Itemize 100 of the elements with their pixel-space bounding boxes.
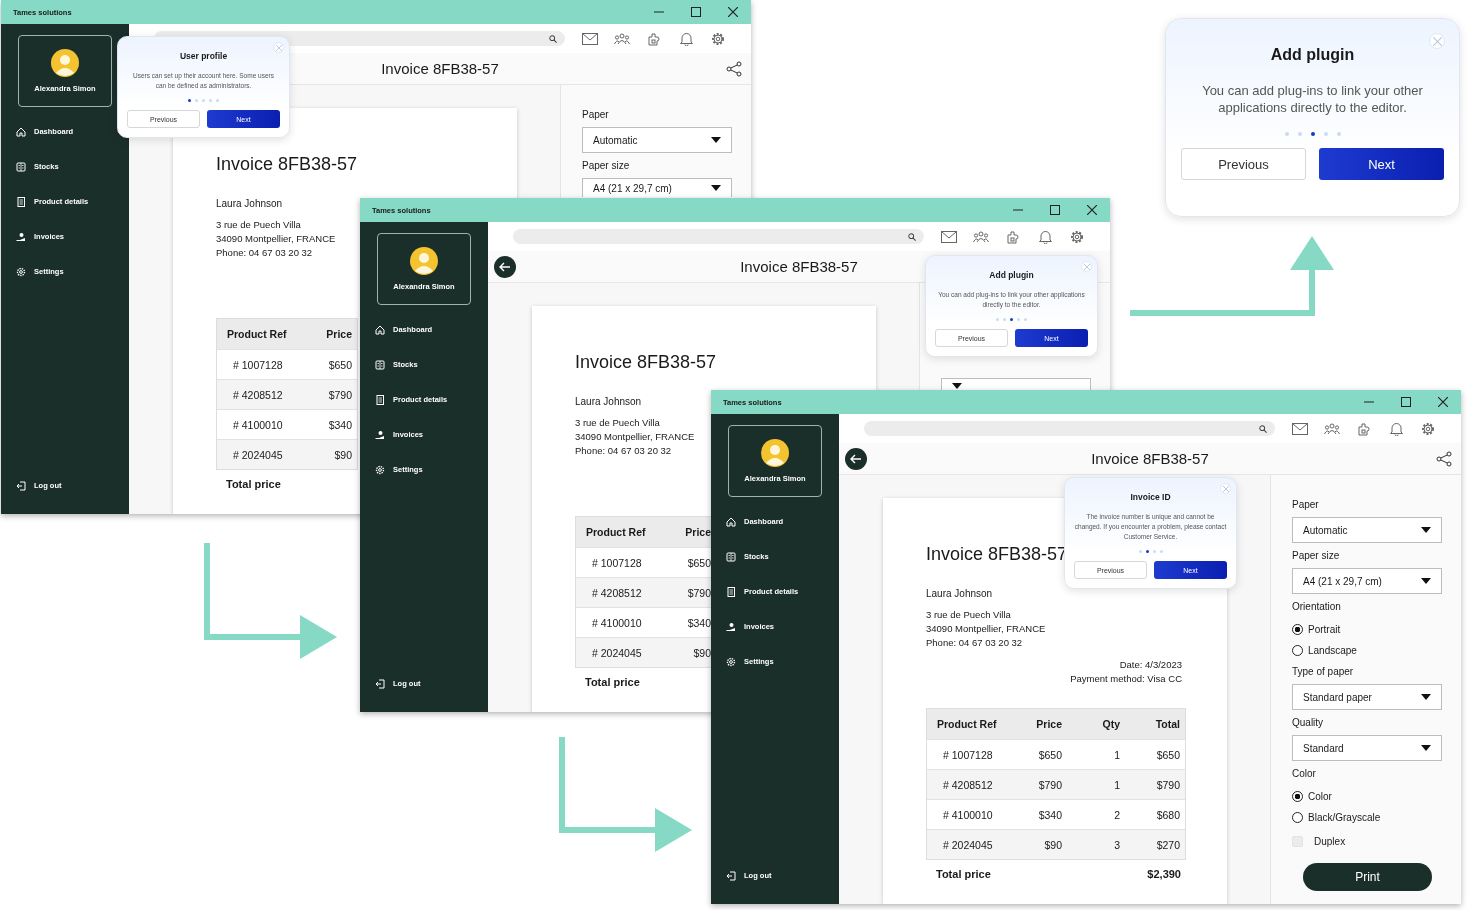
address-line: 34090 Montpellier, FRANCE: [216, 232, 336, 246]
customer-name: Laura Johnson: [575, 395, 642, 408]
table-cell-text: 2: [1113, 808, 1121, 821]
bell-icon: [679, 31, 693, 46]
total-text: $2,390: [1147, 868, 1181, 880]
caret-icon: [1421, 578, 1431, 584]
back-button[interactable]: [845, 447, 867, 470]
column-header: Qty: [1101, 718, 1121, 730]
radio-option[interactable]: Black/Grayscale: [1292, 807, 1381, 828]
tooltip-title: User profile: [179, 51, 228, 61]
radio-button[interactable]: [1292, 645, 1303, 656]
table-cell-text: # 4100010: [591, 616, 643, 629]
invoice-meta: Date: 4/3/2023: [1119, 658, 1182, 672]
table-cell-text: # 1007128: [591, 556, 643, 569]
ledger-icon: [726, 551, 736, 562]
share-icon: [1436, 450, 1452, 467]
column-header: Product Ref: [226, 328, 288, 340]
page-title: Invoice 8FB38-57: [1091, 450, 1209, 467]
back-button[interactable]: [494, 255, 516, 278]
table-cell-text: 1: [1113, 778, 1121, 791]
bell-icon: [1038, 229, 1052, 244]
settings-icon: [711, 31, 725, 46]
people-icon: [1324, 422, 1340, 435]
avatar-icon: [410, 247, 438, 275]
table-cell-text: 3: [1113, 838, 1121, 851]
radio-button[interactable]: [1292, 624, 1303, 635]
caret-icon: [1421, 527, 1431, 533]
field-label: Type of paper: [1292, 665, 1354, 679]
logout-icon: [375, 678, 385, 689]
arrow-left-icon: [499, 261, 511, 272]
column-header: Total: [1154, 718, 1181, 730]
checkbox-option[interactable]: Duplex: [1292, 831, 1346, 852]
caret-icon: [711, 137, 721, 143]
table-cell-text: $650: [1155, 748, 1181, 761]
address-line: 3 rue de Puech Villa: [926, 608, 1011, 622]
ledger-icon: [16, 161, 26, 172]
share-button[interactable]: [725, 59, 743, 78]
address-line: 34090 Montpellier, FRANCE: [575, 430, 695, 444]
dropdown[interactable]: A4 (21 x 29,7 cm): [582, 178, 732, 197]
dropdown[interactable]: Automatic: [1292, 517, 1442, 543]
address-line: 34090 Montpellier, FRANCE: [926, 622, 1046, 636]
table-cell-text: $270: [1155, 838, 1181, 851]
logout-icon: [726, 870, 736, 881]
table-cell-text: $790: [686, 586, 712, 599]
table-cell-text: # 1007128: [232, 358, 284, 371]
people-icon: [973, 230, 989, 243]
dropdown[interactable]: Automatic: [582, 127, 732, 153]
bell-icon: [1389, 421, 1403, 436]
table-cell-text: # 4208512: [591, 586, 643, 599]
radio-button[interactable]: [1292, 812, 1303, 823]
settings-icon: [1070, 229, 1084, 244]
home-icon: [375, 324, 385, 335]
radio-option[interactable]: Color: [1292, 786, 1332, 807]
address-line: Phone: 04 67 03 20 32: [216, 246, 313, 260]
column-header: Product Ref: [585, 526, 647, 538]
tooltip-title: Add plugin: [989, 270, 1034, 280]
avatar-icon: [51, 49, 79, 77]
close-icon: [1437, 397, 1448, 407]
table-cell-text: $90: [333, 448, 353, 461]
total-text: Total price: [936, 868, 991, 880]
print-button[interactable]: Print: [1303, 863, 1432, 891]
radio-option[interactable]: Landscape: [1292, 640, 1357, 661]
invoice-title: Invoice 8FB38-57: [216, 153, 359, 175]
maximize-icon: [1400, 397, 1411, 407]
radio-option[interactable]: Portrait: [1292, 619, 1341, 640]
field-label: Paper: [1292, 498, 1319, 512]
close-icon: [1222, 485, 1229, 492]
share-icon: [726, 60, 742, 77]
table-cell-text: $680: [1155, 808, 1181, 821]
document-icon: [375, 394, 385, 405]
table-cell-text: # 4208512: [232, 388, 284, 401]
next-button[interactable]: Next: [1319, 148, 1444, 180]
maximize-icon: [1049, 205, 1060, 215]
dropdown[interactable]: A4 (21 x 29,7 cm): [1292, 568, 1442, 594]
close-icon: [1083, 263, 1090, 270]
table-cell-text: $90: [1043, 838, 1063, 851]
total-text: Total price: [585, 676, 640, 688]
search-field[interactable]: [513, 229, 924, 244]
search-icon: [1259, 424, 1267, 433]
dropdown[interactable]: [941, 378, 1091, 390]
field-label: Paper size: [582, 159, 630, 173]
document-icon: [726, 586, 736, 597]
home-icon: [16, 126, 26, 137]
table-cell-text: $790: [1037, 778, 1063, 791]
total-text: Total price: [226, 478, 281, 490]
dropdown[interactable]: Standard: [1292, 735, 1442, 761]
table-cell-text: $340: [686, 616, 712, 629]
share-button[interactable]: [1435, 449, 1453, 468]
previous-button[interactable]: Previous: [1181, 148, 1306, 180]
settings-icon: [1421, 421, 1435, 436]
table-cell-text: # 4100010: [232, 418, 284, 431]
column-header: Product Ref: [936, 718, 998, 730]
customer-name: Laura Johnson: [926, 587, 993, 600]
radio-button[interactable]: [1292, 791, 1303, 802]
search-field[interactable]: [864, 421, 1275, 436]
dropdown[interactable]: Standard paper: [1292, 684, 1442, 710]
field-label: Orientation: [1292, 600, 1341, 614]
arrow-left-icon: [850, 453, 862, 464]
table-cell-text: # 2024045: [232, 448, 284, 461]
invoice-title: Invoice 8FB38-57: [575, 351, 718, 373]
